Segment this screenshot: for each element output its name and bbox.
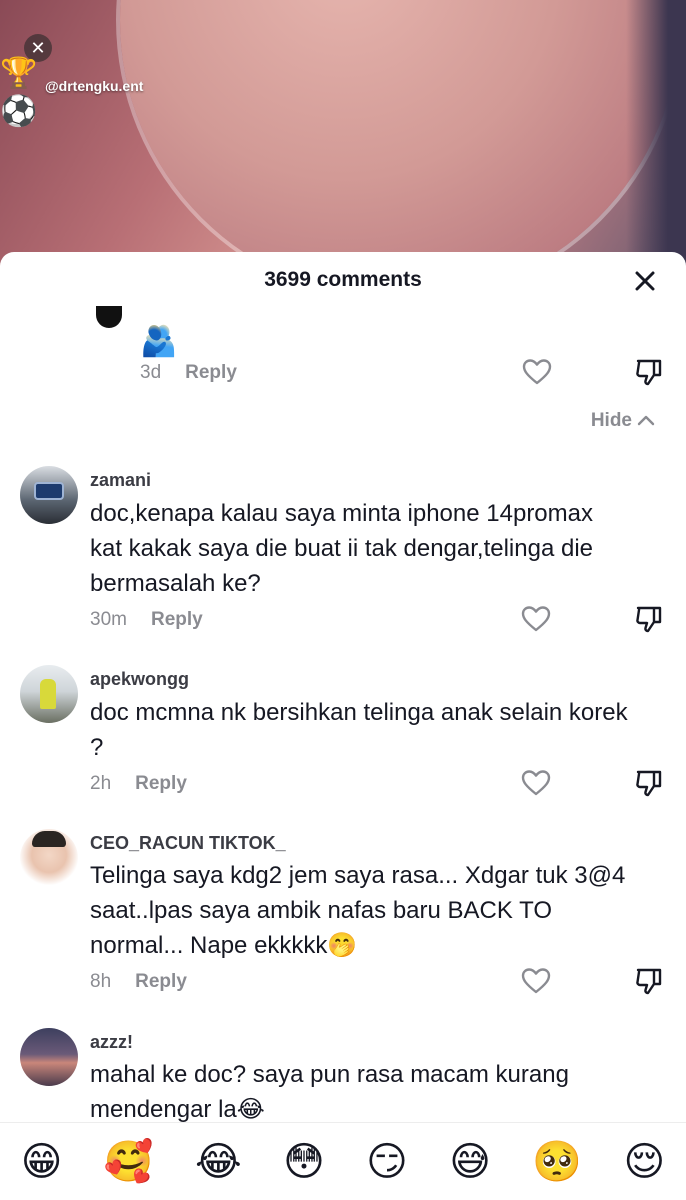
creator-handle: @drtengku.ent bbox=[45, 78, 144, 94]
comment-username[interactable]: CEO_RACUN TIKTOK_ bbox=[90, 833, 286, 854]
reply-timestamp: 3d bbox=[140, 362, 162, 383]
hide-replies-toggle[interactable]: Hide bbox=[591, 410, 656, 432]
chevron-up-icon bbox=[637, 415, 655, 426]
emoji-pleading-button[interactable]: 🥺 bbox=[532, 1142, 582, 1182]
heart-icon[interactable] bbox=[521, 768, 551, 798]
comment-text: mahal ke doc? saya pun rasa macam kurang… bbox=[90, 1061, 569, 1123]
comment-timestamp: 8h bbox=[90, 971, 112, 992]
reply-button[interactable]: Reply bbox=[185, 362, 237, 384]
emoji-relieved-button[interactable]: 😌 bbox=[624, 1142, 666, 1182]
trophy-icon: 🏆 bbox=[0, 57, 38, 90]
heart-icon[interactable] bbox=[521, 966, 551, 996]
comment-count-title: 3699 comments bbox=[264, 268, 422, 291]
heart-icon[interactable] bbox=[522, 357, 552, 387]
dislike-icon[interactable] bbox=[634, 768, 664, 798]
comment-username[interactable]: apekwongg bbox=[90, 669, 189, 690]
emoji-smirk-button[interactable]: 😏 bbox=[366, 1142, 408, 1182]
heart-icon[interactable] bbox=[521, 604, 551, 634]
reply-button[interactable]: Reply bbox=[135, 773, 187, 795]
video-background bbox=[0, 0, 686, 270]
avatar[interactable] bbox=[20, 829, 78, 887]
soccer-ball-icon: ⚽ bbox=[0, 95, 38, 128]
avatar[interactable] bbox=[20, 466, 78, 524]
hide-label: Hide bbox=[590, 410, 632, 431]
comment-timestamp: 30m bbox=[90, 609, 127, 630]
video-edge-shadow bbox=[626, 0, 686, 270]
avatar-detail bbox=[34, 482, 64, 500]
reply-button[interactable]: Reply bbox=[151, 609, 203, 631]
comment-timestamp: 2h bbox=[90, 773, 112, 794]
reply-button[interactable]: Reply bbox=[135, 971, 187, 993]
comment-username[interactable]: azzz! bbox=[90, 1032, 133, 1053]
video-frame-disc bbox=[120, 0, 680, 270]
reply-action-row: 3d Reply bbox=[140, 362, 237, 384]
comment-action-row: 30m Reply bbox=[90, 609, 203, 631]
avatar[interactable] bbox=[20, 665, 78, 723]
close-icon[interactable] bbox=[630, 266, 660, 296]
comment-text: Telinga saya kdg2 jem saya rasa... Xdgar… bbox=[90, 862, 626, 959]
comment-action-row: 8h Reply bbox=[90, 971, 187, 993]
comment-username[interactable]: zamani bbox=[90, 470, 151, 491]
sheet-header: 3699 comments bbox=[0, 252, 686, 312]
comment-action-row: 2h Reply bbox=[90, 773, 187, 795]
dislike-icon[interactable] bbox=[634, 604, 664, 634]
emoji-flushed-button[interactable]: 😳 bbox=[283, 1142, 325, 1182]
reply-emoji: 🫂 bbox=[140, 325, 178, 358]
emoji-quick-bar: 😁 🥰 😂 😳 😏 😅 🥺 😌 bbox=[0, 1122, 686, 1200]
avatar-detail bbox=[32, 831, 66, 847]
comment-text: doc,kenapa kalau saya minta iphone 14pro… bbox=[90, 500, 593, 597]
comments-sheet: 3699 comments 🫂 3d Reply Hide zamani doc… bbox=[0, 252, 686, 1200]
dislike-icon[interactable] bbox=[634, 357, 664, 387]
reply-avatar-fragment bbox=[96, 306, 122, 328]
emoji-hearts-button[interactable]: 🥰 bbox=[104, 1142, 154, 1182]
emoji-joy-button[interactable]: 😂 bbox=[195, 1142, 242, 1182]
avatar-detail bbox=[40, 679, 56, 709]
emoji-grin-button[interactable]: 😁 bbox=[21, 1142, 63, 1182]
emoji-sweat-smile-button[interactable]: 😅 bbox=[449, 1142, 491, 1182]
dislike-icon[interactable] bbox=[634, 966, 664, 996]
avatar[interactable] bbox=[20, 1028, 78, 1086]
comment-text: doc mcmna nk bersihkan telinga anak sela… bbox=[90, 699, 628, 761]
